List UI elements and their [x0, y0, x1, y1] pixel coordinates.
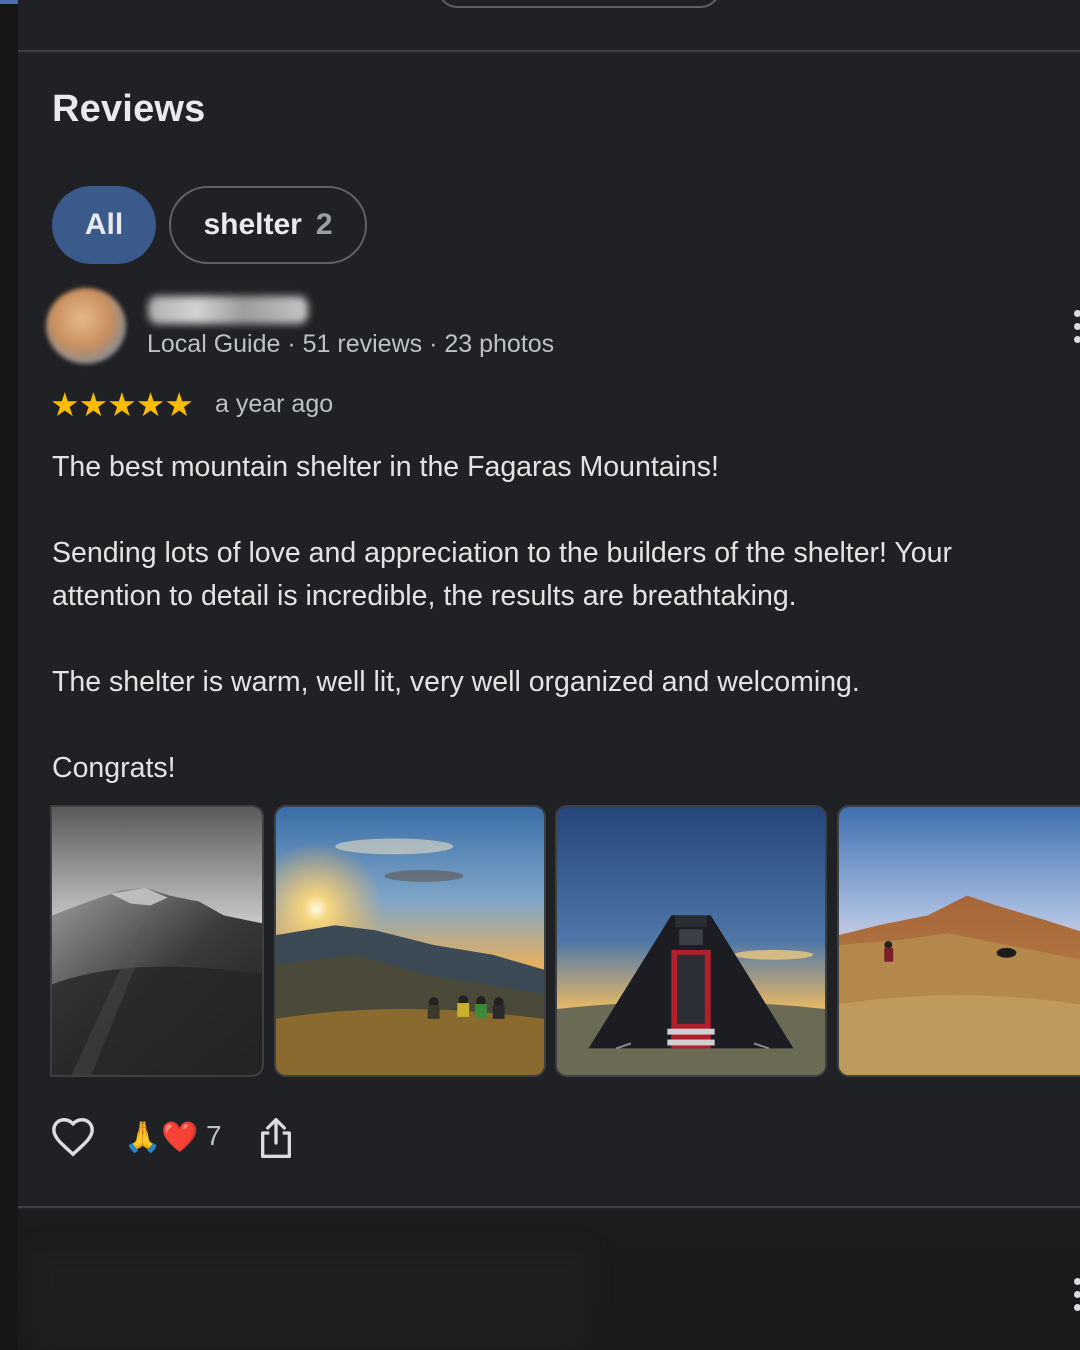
review-paragraph: The best mountain shelter in the Fagaras…	[52, 451, 719, 483]
filter-chip-shelter[interactable]: shelter 2	[169, 186, 367, 264]
edge-accent	[0, 0, 18, 4]
hikers-slope-image	[839, 807, 1080, 1075]
filter-chip-label: All	[84, 208, 124, 241]
reviews-panel: Reviews All shelter 2 Local Guide · 51 r…	[0, 0, 1080, 1350]
avatar[interactable]	[46, 288, 126, 364]
filter-chip-label: shelter	[203, 208, 302, 241]
review-paragraph: Congrats!	[52, 752, 176, 784]
top-divider	[18, 50, 1080, 52]
left-edge-strip	[0, 0, 18, 1350]
reaction-emojis[interactable]: 🙏❤️	[124, 1116, 199, 1160]
filter-chip-count: 2	[315, 208, 333, 241]
heart-outline-icon[interactable]	[50, 1114, 96, 1160]
top-button-outline[interactable]	[438, 0, 720, 8]
author-meta[interactable]: Local Guide · 51 reviews · 23 photos	[147, 330, 554, 359]
next-review-placeholder	[30, 1250, 590, 1350]
more-options-icon[interactable]	[1074, 1278, 1080, 1311]
section-title: Reviews	[52, 88, 206, 130]
more-options-icon[interactable]	[1074, 310, 1080, 343]
review-paragraph: The shelter is warm, well lit, very well…	[52, 666, 860, 698]
author-name-redacted[interactable]	[148, 296, 308, 324]
shelter-hut-image	[557, 807, 825, 1075]
review-time: a year ago	[215, 390, 334, 418]
bw-mountain-image	[52, 807, 262, 1075]
star-rating: ★★★★★	[50, 386, 194, 423]
review-photos	[50, 805, 1080, 1079]
sunset-image	[276, 807, 544, 1075]
review-photo-4[interactable]	[837, 805, 1080, 1077]
review-body: The best mountain shelter in the Fagaras…	[52, 446, 1042, 790]
reaction-count[interactable]: 7	[206, 1120, 222, 1152]
review-photo-2[interactable]	[274, 805, 546, 1077]
filter-chip-all[interactable]: All	[52, 186, 156, 264]
review-paragraph: Sending lots of love and appreciation to…	[52, 537, 952, 612]
bottom-divider	[18, 1206, 1080, 1208]
review-photo-1[interactable]	[50, 805, 264, 1077]
review-photo-3[interactable]	[555, 805, 827, 1077]
share-icon[interactable]	[256, 1116, 296, 1160]
